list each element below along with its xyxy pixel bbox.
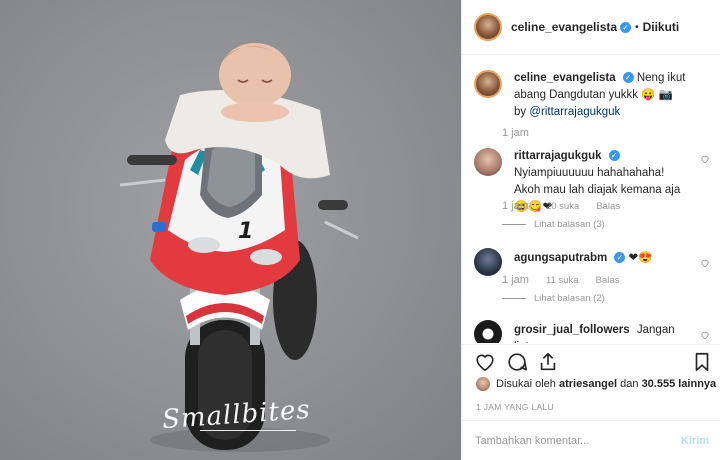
- caption: celine_evangelista ✓ Neng ikut abang Dang…: [474, 70, 710, 130]
- action-bar: [462, 344, 720, 374]
- likes-middle: dan: [620, 378, 639, 390]
- verified-badge-icon: ✓: [608, 150, 620, 162]
- view-replies-button[interactable]: Lihat balasan (2): [502, 293, 605, 304]
- like-comment-heart-icon[interactable]: [700, 330, 710, 340]
- comment-input[interactable]: Tambahkan komentar...: [475, 435, 589, 447]
- comment-username[interactable]: rittarrajagukguk: [514, 150, 602, 162]
- post-side-panel: celine_evangelista ✓ • Diikuti celine_ev…: [461, 0, 720, 460]
- add-comment-section: Tambahkan komentar... Kirim: [462, 420, 720, 460]
- instagram-post: 1 Smallbites celine_evangelista ✓ • Diik…: [0, 0, 720, 460]
- verified-badge-icon: ✓: [620, 21, 632, 33]
- separator-dot: •: [635, 21, 639, 33]
- like-comment-heart-icon[interactable]: [700, 154, 710, 164]
- bookmark-icon[interactable]: [691, 351, 713, 373]
- replies-divider: [502, 224, 526, 225]
- likes-summary: Disukai oleh atriesangel dan 30.555 lain…: [476, 377, 716, 391]
- comment-meta: 1 jam 20 suka Balas: [502, 200, 634, 212]
- view-replies-label: Lihat balasan (3): [534, 219, 605, 230]
- comment-username[interactable]: grosir_jual_followers: [514, 324, 630, 336]
- comments-list[interactable]: celine_evangelista ✓ Neng ikut abang Dang…: [462, 56, 720, 343]
- like-heart-icon[interactable]: [474, 351, 496, 373]
- view-replies-button[interactable]: Lihat balasan (3): [502, 219, 605, 230]
- post-photo[interactable]: 1 Smallbites: [0, 0, 461, 460]
- caption-meta: 1 jam: [502, 127, 543, 139]
- signature-underline: [200, 430, 296, 431]
- reply-button[interactable]: Balas: [596, 275, 620, 286]
- bike-number: 1: [238, 219, 253, 244]
- post-header: celine_evangelista ✓ • Diikuti: [462, 0, 720, 55]
- comment-meta: 1 jam 11 suka Balas: [502, 274, 633, 286]
- comment-username[interactable]: agungsaputrabm: [514, 252, 607, 264]
- comment-item: grosir_jual_followers Jangan liat: [474, 320, 710, 343]
- post-timestamp[interactable]: 1 JAM YANG LALU: [476, 402, 554, 412]
- share-upload-icon[interactable]: [537, 351, 559, 373]
- liker-avatar[interactable]: [476, 377, 490, 391]
- caption-mention-link[interactable]: @rittarrajagukguk: [529, 106, 620, 118]
- reply-button[interactable]: Balas: [596, 201, 620, 212]
- verified-badge-icon: ✓: [614, 252, 626, 264]
- comment-item: rittarrajagukguk ✓ Nyiampiuuuuuu hahahaha…: [474, 148, 710, 213]
- comment-likes[interactable]: 20 suka: [546, 201, 579, 212]
- replies-divider: [502, 298, 526, 299]
- commenter-avatar[interactable]: [474, 148, 502, 176]
- like-comment-heart-icon[interactable]: [700, 258, 710, 268]
- comment-time[interactable]: 1 jam: [502, 274, 529, 286]
- author-avatar[interactable]: [474, 13, 502, 41]
- likes-count[interactable]: 30.555 lainnya: [642, 378, 717, 390]
- commenter-avatar[interactable]: [474, 248, 502, 276]
- baby-on-motorbike-illustration: 1: [119, 43, 359, 452]
- caption-avatar[interactable]: [474, 70, 502, 98]
- caption-username[interactable]: celine_evangelista: [514, 72, 616, 84]
- verified-badge-icon: ✓: [622, 72, 634, 84]
- author-username[interactable]: celine_evangelista: [511, 20, 617, 34]
- comment-likes[interactable]: 11 suka: [546, 275, 579, 286]
- comment-time[interactable]: 1 jam: [502, 200, 529, 212]
- send-comment-button[interactable]: Kirim: [681, 435, 709, 447]
- likes-prefix: Disukai oleh: [496, 378, 556, 390]
- comment-bubble-icon[interactable]: [506, 351, 528, 373]
- comment-text: ❤😍: [628, 252, 653, 264]
- caption-time[interactable]: 1 jam: [502, 127, 529, 139]
- follow-status-button[interactable]: Diikuti: [643, 20, 680, 34]
- commenter-avatar[interactable]: [474, 320, 502, 343]
- view-replies-label: Lihat balasan (2): [534, 293, 605, 304]
- liker-username[interactable]: atriesangel: [559, 378, 617, 390]
